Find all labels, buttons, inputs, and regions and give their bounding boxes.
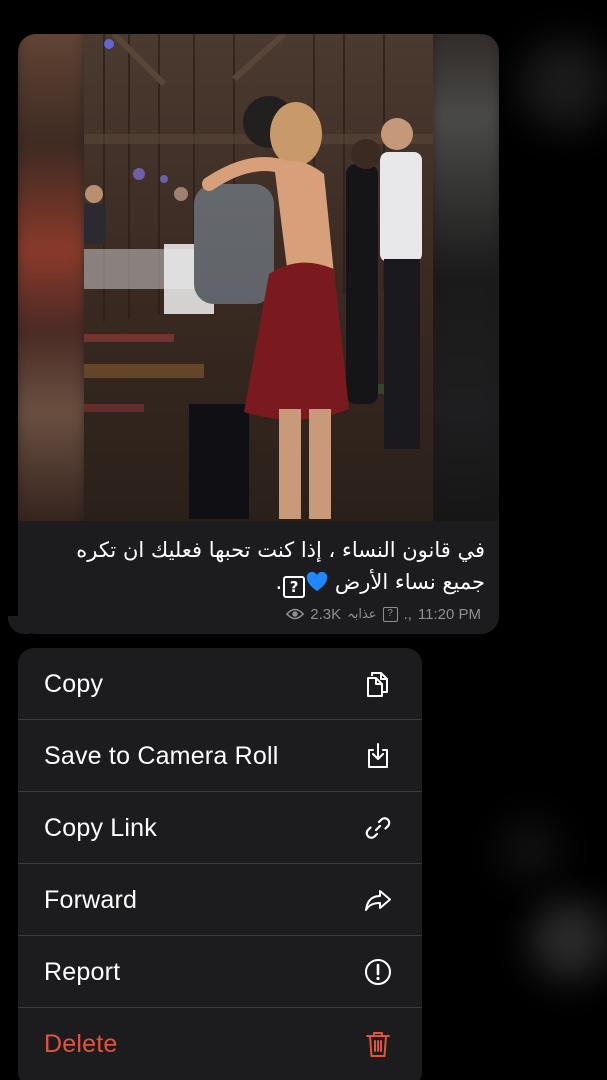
menu-item-label: Report [44,957,121,986]
menu-item-label: Delete [44,1029,118,1058]
background-blur [520,40,607,130]
photo-blur-right [429,34,499,521]
report-icon [365,959,391,985]
message-time: 11:20 PM [417,605,481,623]
copy-icon [367,672,388,697]
message-caption[interactable]: في قانون النساء ، إذا كنت تحبها فعليك ان… [36,534,485,598]
unsupported-emoji-icon: ? [382,606,398,622]
message-photo[interactable] [18,34,499,521]
photo-blur-left [18,34,88,521]
menu-item-copy[interactable]: Copy [18,648,422,720]
background-blur [530,900,607,980]
menu-item-label: Forward [44,885,138,914]
menu-item-label: Copy [44,669,104,698]
menu-item-label: Copy Link [44,813,157,842]
views-count: 2.3K [310,605,342,623]
author-suffix: ., [403,605,412,623]
menu-item-label: Save to Camera Roll [44,741,279,770]
menu-item-forward[interactable]: Forward [18,864,422,936]
menu-item-save-to-camera-roll[interactable]: Save to Camera Roll [18,720,422,792]
author-signature: عذابہ [347,606,377,622]
menu-item-copy-link[interactable]: Copy Link [18,792,422,864]
trash-icon [366,1032,390,1057]
forward-icon [365,890,391,911]
menu-item-delete[interactable]: Delete [18,1008,422,1080]
message-meta: 2.3K عذابہ ? ., 11:20 PM [286,604,481,624]
blue-heart-icon [306,572,328,592]
link-icon [365,817,391,839]
save-to-camera-roll-icon [368,743,388,768]
photo-image [84,34,433,521]
views-eye-icon [286,608,305,620]
context-menu: Copy Save to Camera Roll Copy Link Forwa… [18,648,422,1080]
message-bubble[interactable]: في قانون النساء ، إذا كنت تحبها فعليك ان… [18,34,499,634]
caption-end: . [275,570,283,594]
background-blur [500,820,560,880]
menu-item-report[interactable]: Report [18,936,422,1008]
unsupported-emoji-icon: ? [283,576,306,598]
